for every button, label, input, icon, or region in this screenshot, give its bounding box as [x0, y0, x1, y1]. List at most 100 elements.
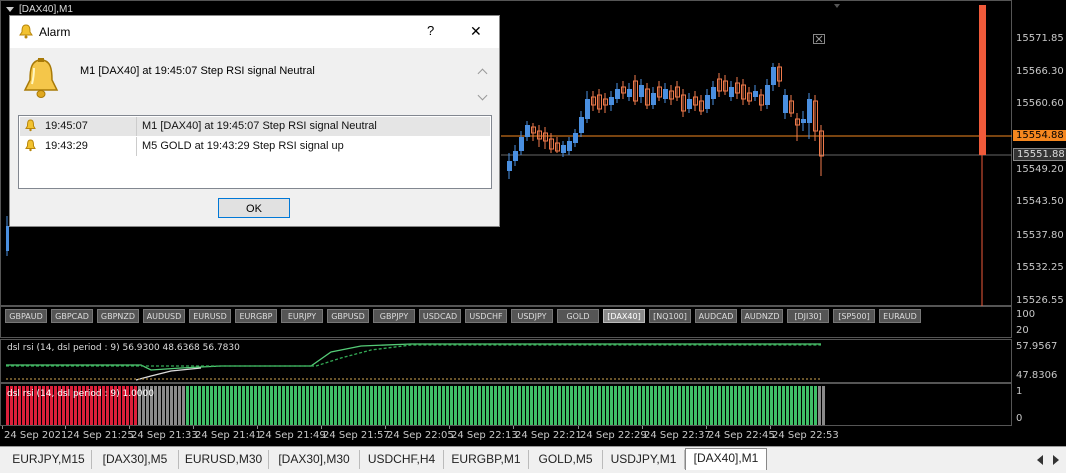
dsl-rsi-panel[interactable]: dsl rsi (14, dsl period : 9) 56.9300 48.… — [0, 339, 1012, 383]
histogram-bar — [186, 386, 189, 425]
message-scrollbar[interactable] — [476, 64, 490, 108]
signal-marker-bar — [979, 5, 986, 155]
alarm-dialog[interactable]: Alarm ? ✕ M1 [DAX40] at 19:45:07 Step RS… — [9, 15, 500, 227]
histogram-bar — [810, 386, 813, 425]
histogram-bar — [350, 386, 353, 425]
symbol-button[interactable]: USDCHF — [465, 309, 507, 323]
histogram-bar — [286, 386, 289, 425]
histogram-bar — [474, 386, 477, 425]
price-label: 15549.20 — [1016, 164, 1064, 175]
histogram-bar — [322, 386, 325, 425]
symbol-button[interactable]: [NQ100] — [649, 309, 691, 323]
symbol-button[interactable]: GBPCAD — [51, 309, 93, 323]
time-label: 24 Sep 21:25 — [67, 430, 134, 441]
chart-tab[interactable]: GOLD,M5 — [529, 450, 603, 469]
symbol-button[interactable]: AUDUSD — [143, 309, 185, 323]
chart-close-icon[interactable] — [813, 34, 825, 44]
chart-tab[interactable]: EURGBP,M1 — [444, 450, 529, 469]
histogram-bar — [246, 386, 249, 425]
candle-body — [651, 93, 656, 105]
price-label: 15526.55 — [1016, 295, 1064, 306]
histogram-bar — [786, 386, 789, 425]
histogram-bar — [730, 386, 733, 425]
symbol-button[interactable]: EURGBP — [235, 309, 277, 323]
histogram-bar — [722, 386, 725, 425]
symbol-button[interactable]: GBPAUD — [5, 309, 47, 323]
histogram-bar — [422, 386, 425, 425]
histogram-bar — [266, 386, 269, 425]
histogram-bar — [674, 386, 677, 425]
histogram-bar — [758, 386, 761, 425]
chart-tab[interactable]: [DAX40],M1 — [685, 448, 767, 470]
time-tick — [449, 426, 450, 429]
histogram-bar — [218, 386, 221, 425]
symbol-button[interactable]: GOLD — [557, 309, 599, 323]
tab-scroll-right-icon[interactable] — [1053, 455, 1059, 465]
dialog-titlebar[interactable]: Alarm ? ✕ — [10, 16, 499, 48]
chart-tab[interactable]: [DAX30],M30 — [269, 450, 360, 469]
symbol-button[interactable]: GBPUSD — [327, 309, 369, 323]
help-button[interactable]: ? — [427, 23, 434, 38]
alarm-list[interactable]: 19:45:07 M1 [DAX40] at 19:45:07 Step RSI… — [18, 115, 492, 189]
histogram-bar — [418, 386, 421, 425]
scroll-down-icon[interactable] — [477, 90, 488, 101]
symbol-button[interactable]: [DAX40] — [603, 309, 645, 323]
histogram-bar — [534, 386, 537, 425]
chart-tab[interactable]: USDCHF,H4 — [360, 450, 444, 469]
histogram-bar — [738, 386, 741, 425]
list-item[interactable]: 19:43:29 M5 GOLD at 19:43:29 Step RSI si… — [20, 137, 490, 156]
list-item[interactable]: 19:45:07 M1 [DAX40] at 19:45:07 Step RSI… — [20, 117, 490, 136]
histogram-bar — [354, 386, 357, 425]
histogram-bar — [590, 386, 593, 425]
symbol-button[interactable]: AUDNZD — [741, 309, 783, 323]
histogram-bar — [258, 386, 261, 425]
histogram-bar — [702, 386, 705, 425]
symbol-button[interactable]: GBPNZD — [97, 309, 139, 323]
chart-tab[interactable]: EURUSD,M30 — [179, 450, 269, 469]
histogram-bar — [498, 386, 501, 425]
histogram-bar — [542, 386, 545, 425]
symbol-button[interactable]: [DJI30] — [787, 309, 829, 323]
histogram-panel[interactable]: dsl rsi (14, dsl period : 9) 1.0000 — [0, 383, 1012, 426]
histogram-bar — [746, 386, 749, 425]
chart-tab[interactable]: USDJPY,M1 — [603, 450, 685, 469]
price-axis: 15571.85 15566.30 15560.60 15554.88 1555… — [1012, 0, 1066, 306]
candle-body — [687, 99, 692, 109]
scroll-up-icon[interactable] — [477, 68, 488, 79]
histogram-bar — [230, 386, 233, 425]
histogram-bar — [782, 386, 785, 425]
symbol-button[interactable]: EURUSD — [189, 309, 231, 323]
candle-body — [765, 85, 770, 105]
symbol-button[interactable]: GBPJPY — [373, 309, 415, 323]
price-label: 15537.80 — [1016, 230, 1064, 241]
histogram-bar — [790, 386, 793, 425]
symbol-button[interactable]: [SP500] — [833, 309, 875, 323]
tab-scroll-left-icon[interactable] — [1037, 455, 1043, 465]
histogram-bar — [770, 386, 773, 425]
time-tick — [2, 426, 3, 429]
histogram-bar — [526, 386, 529, 425]
symbol-button[interactable]: AUDCAD — [695, 309, 737, 323]
symbol-button[interactable]: EURAUD — [879, 309, 921, 323]
chart-tab[interactable]: [DAX30],M5 — [92, 450, 179, 469]
ok-button[interactable]: OK — [218, 198, 290, 218]
symbol-button[interactable]: USDJPY — [511, 309, 553, 323]
price-label: 15566.30 — [1016, 66, 1064, 77]
symbol-button[interactable]: EURJPY — [281, 309, 323, 323]
symbol-axis-label: 100 — [1016, 309, 1036, 320]
candle-body — [585, 99, 590, 119]
histogram-bar — [626, 386, 629, 425]
histogram-bar — [598, 386, 601, 425]
column-divider — [136, 117, 137, 136]
chart-tab[interactable]: EURJPY,M15 — [6, 450, 92, 469]
histogram-bar — [178, 386, 181, 425]
symbol-button[interactable]: USDCAD — [419, 309, 461, 323]
candle-body — [507, 161, 512, 171]
histogram-bar — [518, 386, 521, 425]
histogram-bar — [406, 386, 409, 425]
histogram-bar — [514, 386, 517, 425]
close-button[interactable]: ✕ — [470, 23, 482, 40]
histogram-bar — [754, 386, 757, 425]
histogram-bar — [794, 386, 797, 425]
period-separator-marker — [834, 4, 840, 8]
